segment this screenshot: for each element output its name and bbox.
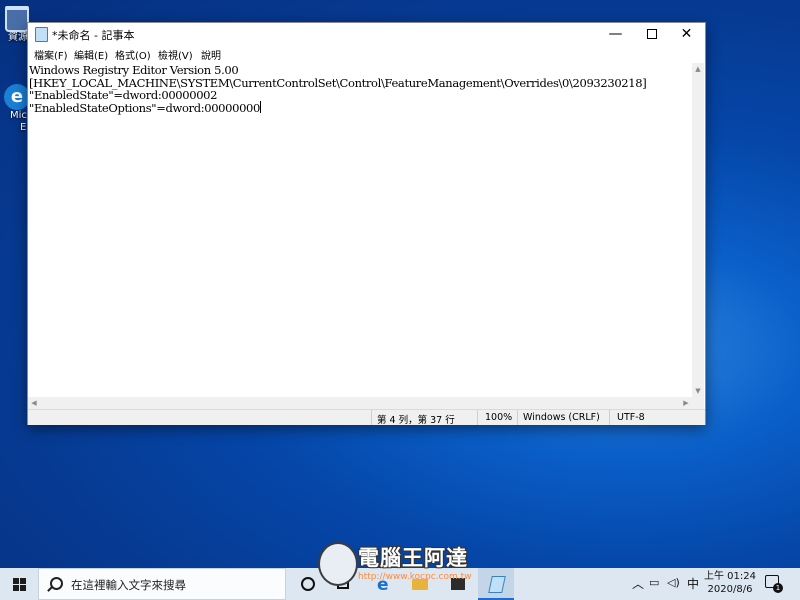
taskbar-search-box[interactable]: 在這裡輸入文字來搜尋 [38,568,286,600]
clock-time: 上午 01:24 [704,571,756,582]
cursor-position: 第 4 列，第 37 行 [377,415,455,426]
search-icon [50,577,63,590]
status-divider [517,410,518,425]
scroll-up-arrow-icon[interactable]: ▲ [692,63,704,75]
window-title: *未命名 - 記事本 [52,29,135,42]
close-button[interactable]: ✕ [669,23,704,45]
menu-file[interactable]: 檔案(F) [34,47,68,62]
notification-badge: 1 [773,583,783,593]
cortana-icon [301,577,315,591]
status-bar: 第 4 列，第 37 行 100% Windows (CRLF) UTF-8 [28,409,705,426]
watermark-url: http://www.kocpc.com.tw [358,572,472,582]
menu-format[interactable]: 格式(O) [115,47,151,62]
menu-edit[interactable]: 編輯(E) [74,47,108,62]
editor-line-4: "EnabledStateOptions"=dword:00000000 [29,100,261,115]
scroll-left-arrow-icon[interactable]: ◀ [28,397,40,409]
text-caret [259,100,261,113]
notepad-icon [488,576,506,593]
maximize-button[interactable] [634,23,669,45]
network-icon[interactable]: ▭ [649,576,659,589]
scroll-down-arrow-icon[interactable]: ▼ [692,385,704,397]
text-editor-area[interactable]: Windows Registry Editor Version 5.00 [HK… [28,63,692,397]
clock-date: 2020/8/6 [707,584,753,595]
scroll-right-arrow-icon[interactable]: ▶ [680,397,692,409]
volume-icon[interactable]: ◁) [667,576,680,589]
menu-view[interactable]: 檢視(V) [158,47,193,62]
maximize-icon [646,29,657,39]
text-encoding: UTF-8 [617,412,645,423]
menu-bar: 檔案(F) 編輯(E) 格式(O) 檢視(V) 說明 [28,45,705,63]
vertical-scrollbar[interactable]: ▲ ▼ [692,63,704,397]
show-hidden-icons-chevron-icon[interactable]: ︿ [632,575,644,592]
horizontal-scrollbar[interactable]: ◀ ▶ [28,397,692,409]
watermark-title: 電腦王阿達 [358,546,468,570]
watermark-mascot-icon [318,542,358,586]
line-ending: Windows (CRLF) [523,412,600,423]
zoom-level: 100% [485,412,513,423]
status-divider [609,410,610,425]
recycle-bin-icon [5,6,29,32]
title-bar[interactable]: *未命名 - 記事本 — ✕ [28,23,705,45]
clock[interactable]: 上午 01:24 2020/8/6 [700,570,760,596]
notepad-window: *未命名 - 記事本 — ✕ 檔案(F) 編輯(E) 格式(O) 檢視(V) 說… [27,22,706,426]
windows-logo-icon [13,578,26,591]
minimize-button[interactable]: — [598,23,633,45]
notepad-app-icon [35,27,48,42]
start-button[interactable] [0,568,38,600]
editor-line-4-text: "EnabledStateOptions"=dword:00000000 [29,100,260,115]
search-placeholder: 在這裡輸入文字來搜尋 [71,578,186,592]
watermark: 電腦王阿達 http://www.kocpc.com.tw [318,542,488,588]
scrollbar-corner [692,397,704,409]
input-method-indicator[interactable]: 中 [687,575,699,592]
status-divider [371,410,372,425]
menu-help[interactable]: 說明 [201,47,221,62]
status-divider [477,410,478,425]
